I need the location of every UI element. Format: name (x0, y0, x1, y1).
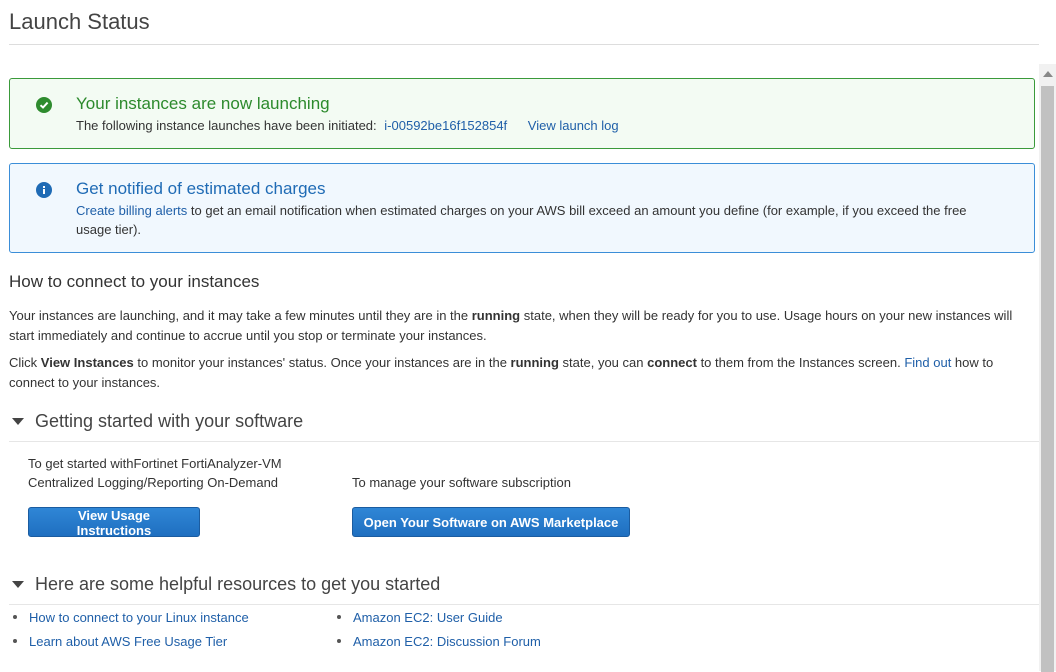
bullet (337, 615, 341, 619)
view-usage-instructions-button[interactable]: View Usage Instructions (28, 507, 200, 538)
info-alert-text: to get an email notification when estima… (76, 203, 967, 237)
info-alert-title: Get notified of estimated charges (76, 179, 326, 198)
software-left-text: To get started withFortinet FortiAnalyze… (28, 454, 282, 492)
p2-text-e: state, you can (558, 355, 648, 370)
list-item: Learn about AWS Free Usage Tier (13, 629, 249, 653)
p2-text-a: Click (9, 355, 41, 370)
resources-left-list: How to connect to your Linux instance Le… (13, 605, 249, 653)
success-alert-title: Your instances are now launching (76, 94, 330, 113)
check-circle-icon (36, 97, 52, 113)
p1-running: running (471, 308, 521, 323)
p2-text-c: to monitor your instances' status. Once … (133, 355, 511, 370)
ec2-forum-link[interactable]: Amazon EC2: Discussion Forum (353, 634, 541, 649)
software-divider (9, 441, 1039, 442)
list-item: How to connect to your Linux instance (13, 605, 249, 629)
billing-info-alert: Get notified of estimated charges Create… (9, 163, 1035, 253)
connect-heading: How to connect to your instances (9, 272, 260, 291)
p2-view-instances: View Instances (40, 355, 134, 370)
scroll-up-arrow-icon[interactable] (1043, 71, 1053, 77)
success-alert-text: The following instance launches have bee… (76, 118, 377, 133)
bullet (13, 615, 17, 619)
caret-down-icon (12, 580, 24, 588)
bullet (337, 639, 341, 643)
list-item: Amazon EC2: User Guide (337, 605, 541, 629)
title-divider (9, 44, 1039, 45)
find-out-link[interactable]: Find out (904, 355, 951, 370)
info-alert-body: Create billing alerts to get an email no… (76, 201, 984, 239)
info-circle-icon (36, 182, 52, 198)
connect-paragraph-2: Click View Instances to monitor your ins… (9, 353, 1031, 392)
success-alert-body: The following instance launches have bee… (76, 116, 984, 135)
manage-subscription-text: To manage your software subscription (352, 475, 571, 490)
free-tier-link[interactable]: Learn about AWS Free Usage Tier (29, 634, 227, 649)
open-marketplace-button[interactable]: Open Your Software on AWS Marketplace (352, 507, 630, 537)
bullet (13, 639, 17, 643)
linux-connect-link[interactable]: How to connect to your Linux instance (29, 610, 249, 625)
instance-id-link[interactable]: i-00592be16f152854f (384, 118, 507, 133)
software-product-line1: To get started withFortinet FortiAnalyze… (28, 456, 282, 471)
connect-paragraph-1: Your instances are launching, and it may… (9, 306, 1031, 345)
software-section: Getting started with your software (9, 410, 1039, 442)
p2-running: running (510, 355, 559, 370)
page-title: Launch Status (9, 9, 150, 34)
view-launch-log-link[interactable]: View launch log (528, 118, 619, 133)
ec2-user-guide-link[interactable]: Amazon EC2: User Guide (353, 610, 503, 625)
p1-text-a: Your instances are launching, and it may… (9, 308, 472, 323)
resources-heading: Here are some helpful resources to get y… (35, 573, 441, 594)
p2-connect: connect (647, 355, 697, 370)
software-product-line2: Centralized Logging/Reporting On-Demand (28, 475, 279, 490)
p2-text-g: to them from the Instances screen. (696, 355, 905, 370)
list-item: Amazon EC2: Discussion Forum (337, 629, 541, 653)
scrollbar-thumb[interactable] (1041, 86, 1054, 672)
caret-down-icon (12, 417, 24, 425)
software-section-toggle[interactable]: Getting started with your software (9, 410, 1039, 432)
vertical-scrollbar[interactable] (1039, 64, 1056, 672)
resources-section: Here are some helpful resources to get y… (9, 573, 1039, 605)
launch-success-alert: Your instances are now launching The fol… (9, 78, 1035, 149)
create-billing-alerts-link[interactable]: Create billing alerts (76, 203, 187, 218)
software-heading: Getting started with your software (35, 410, 304, 431)
resources-section-toggle[interactable]: Here are some helpful resources to get y… (9, 573, 1039, 595)
resources-right-list: Amazon EC2: User Guide Amazon EC2: Discu… (337, 605, 541, 653)
